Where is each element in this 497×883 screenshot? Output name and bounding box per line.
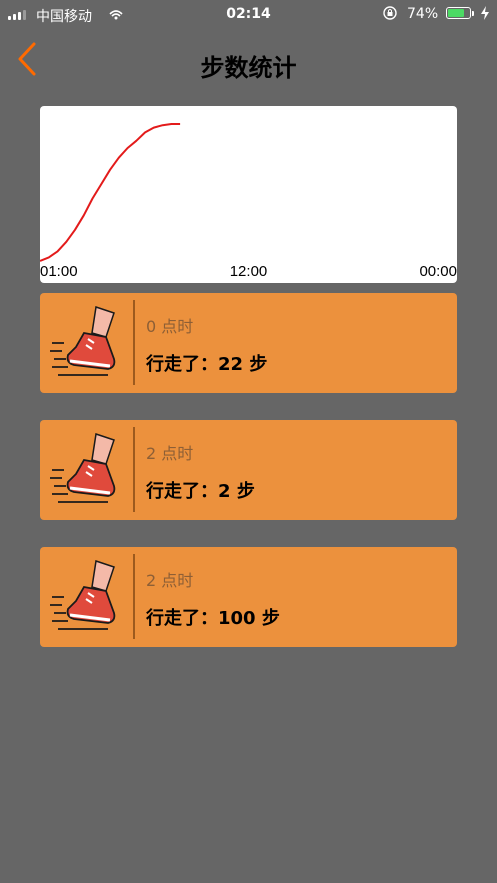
page-title: 步数统计 — [200, 54, 297, 82]
step-chart: 01:00 12:00 00:00 — [40, 106, 457, 283]
step-hour-label: 0 点时 — [146, 317, 194, 336]
running-shoe-icon — [48, 430, 128, 510]
step-hour-label: 2 点时 — [146, 571, 194, 590]
status-bar: 中国移动 02:14 74% — [0, 0, 497, 30]
card-divider — [133, 300, 135, 385]
charging-icon — [480, 5, 490, 25]
battery-nub — [472, 11, 474, 16]
step-series-line — [40, 123, 181, 262]
step-record-card[interactable]: 2 点时 行走了：2 步 — [40, 420, 457, 520]
card-divider — [133, 427, 135, 512]
x-tick-label: 00:00 — [419, 263, 457, 280]
step-count-line: 行走了：2 步 — [146, 481, 255, 502]
x-tick-label: 12:00 — [229, 263, 268, 280]
running-shoe-icon — [48, 303, 128, 383]
battery-icon — [446, 7, 471, 19]
running-shoe-icon — [48, 557, 128, 637]
step-record-card[interactable]: 0 点时 行走了：22 步 — [40, 293, 457, 393]
step-count-line: 行走了：22 步 — [146, 354, 268, 375]
orientation-lock-icon — [382, 5, 398, 25]
step-record-card[interactable]: 2 点时 行走了：100 步 — [40, 547, 457, 647]
chart-plot — [40, 123, 181, 262]
step-count-line: 行走了：100 步 — [146, 608, 280, 629]
card-divider — [133, 554, 135, 639]
step-hour-label: 2 点时 — [146, 444, 194, 463]
battery-percent: 74% — [407, 6, 439, 22]
